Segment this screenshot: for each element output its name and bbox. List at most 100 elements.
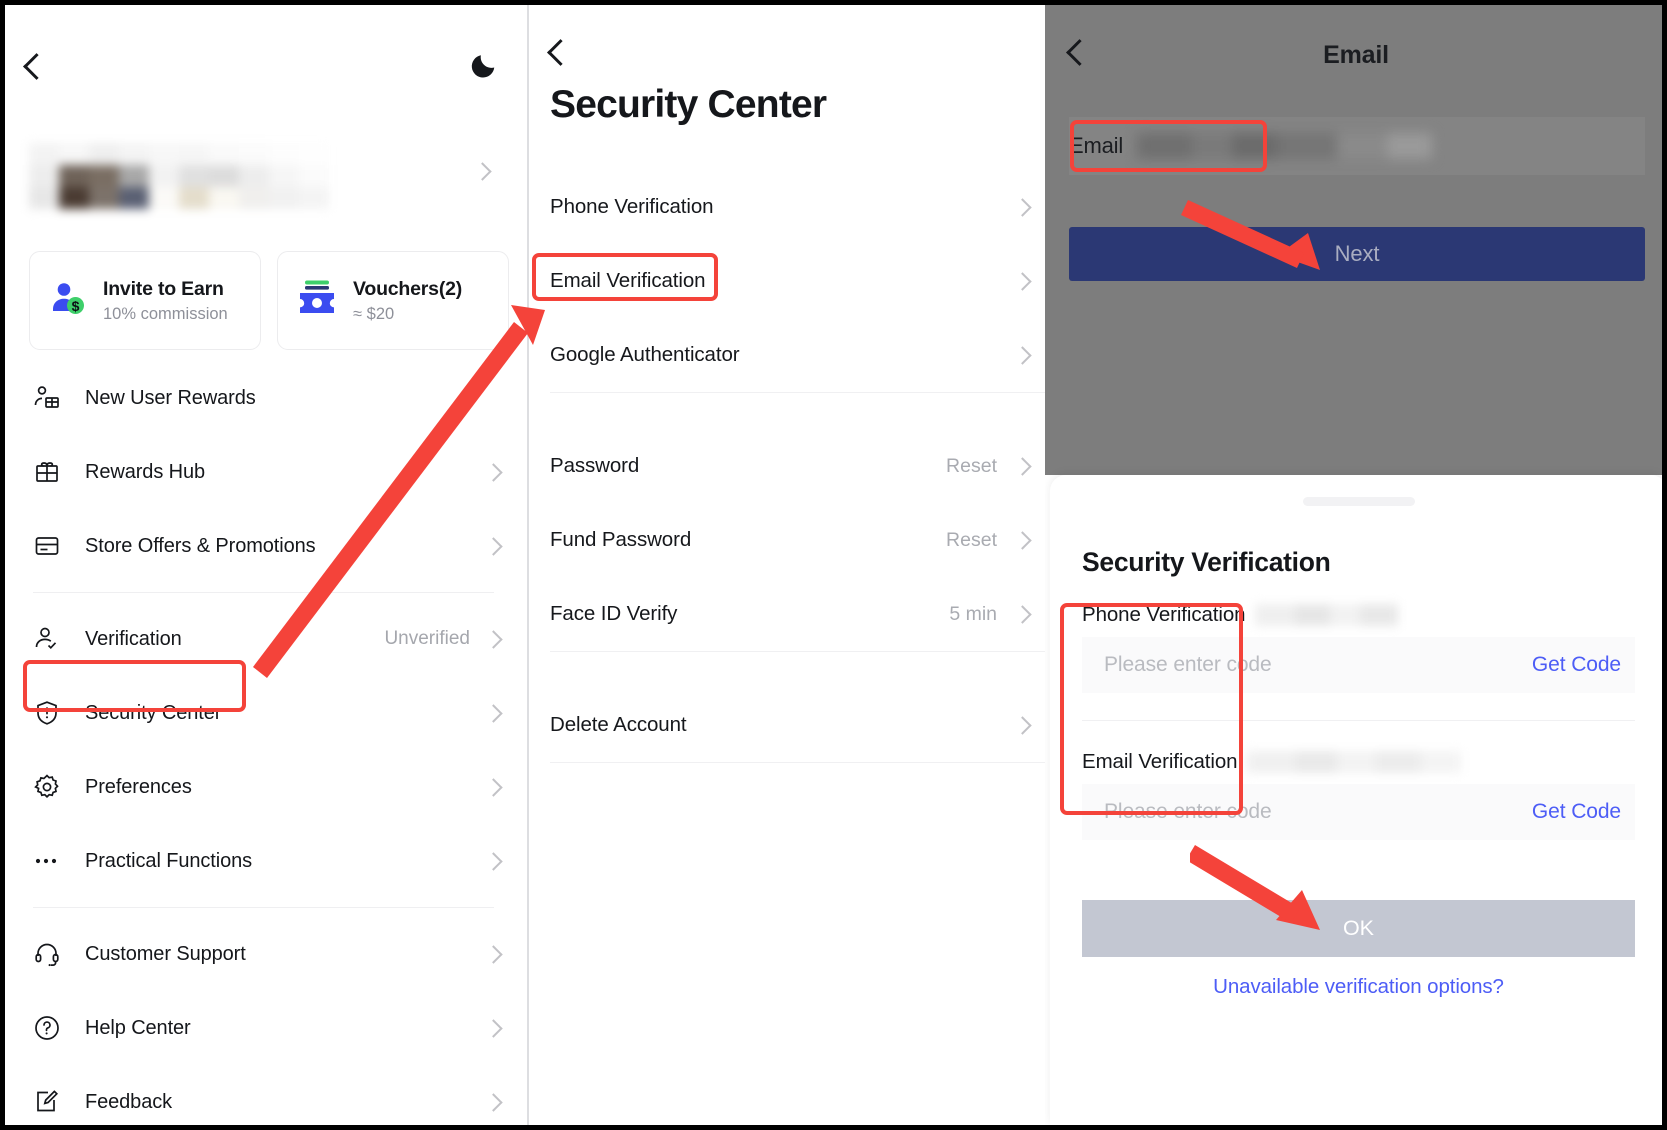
sidebar-item-security-center[interactable]: Security Center: [5, 676, 522, 750]
ok-button[interactable]: OK: [1082, 900, 1635, 957]
chevron-right-icon: [484, 945, 502, 963]
phone-get-code-link[interactable]: Get Code: [1532, 653, 1621, 677]
sidebar-item-verification[interactable]: Verification Unverified: [5, 602, 522, 676]
menu-divider: [33, 907, 494, 908]
invite-to-earn-card[interactable]: $ Invite to Earn 10% commission: [29, 251, 261, 350]
sidebar-item-label: Rewards Hub: [85, 461, 205, 484]
sidebar-item-new-user-rewards[interactable]: New User Rewards: [5, 361, 522, 435]
security-item-right: [1016, 201, 1029, 214]
sidebar-item-help-center[interactable]: Help Center: [5, 991, 522, 1065]
security-item-right: [1016, 719, 1029, 732]
sidebar-item-feedback[interactable]: Feedback: [5, 1065, 522, 1125]
security-divider: [550, 762, 1045, 763]
vouchers-card[interactable]: Vouchers(2) ≈ $20: [277, 251, 509, 350]
security-item-right: [1016, 349, 1029, 362]
security-item-value: 5 min: [949, 603, 997, 626]
email-code-input[interactable]: Please enter code Get Code: [1082, 784, 1635, 840]
sidebar-item-right: [487, 855, 500, 868]
security-spacer: [529, 652, 1045, 688]
chevron-right-icon: [484, 1019, 502, 1037]
sidebar-item-right: Unverified: [384, 628, 500, 650]
svg-text:$: $: [72, 298, 80, 314]
verification-status-value: Unverified: [384, 628, 470, 650]
security-settings-list: Phone Verification Email Verification Go…: [529, 170, 1045, 763]
phone-code-input[interactable]: Please enter code Get Code: [1082, 637, 1635, 693]
sidebar-item-label: Verification: [85, 628, 182, 651]
sheet-divider: [1082, 720, 1635, 721]
security-item-right: Reset: [946, 529, 1029, 552]
security-verification-sheet: Security Verification Phone Verification…: [1050, 475, 1667, 1125]
promo-cards: $ Invite to Earn 10% commission: [29, 251, 509, 350]
chevron-right-icon: [1013, 605, 1031, 623]
sheet-drag-handle[interactable]: [1303, 497, 1415, 506]
email-verification-label: Email Verification: [1082, 750, 1237, 774]
sidebar-item-right: [487, 781, 500, 794]
sidebar-item-label: Customer Support: [85, 943, 246, 966]
sidebar-item-label: Practical Functions: [85, 850, 252, 873]
voucher-ticket-icon: [297, 278, 339, 323]
security-item-password[interactable]: Password Reset: [529, 429, 1045, 503]
user-gift-icon: [33, 383, 69, 413]
phone-verification-label: Phone Verification: [1082, 603, 1245, 627]
security-item-label: Delete Account: [550, 713, 687, 737]
store-card-icon: [33, 531, 69, 561]
email-get-code-link[interactable]: Get Code: [1532, 800, 1621, 824]
security-item-delete-account[interactable]: Delete Account: [529, 688, 1045, 762]
profile-panel: $ Invite to Earn 10% commission: [5, 5, 522, 1125]
profile-summary[interactable]: [29, 143, 499, 209]
sidebar-item-practical-functions[interactable]: Practical Functions: [5, 824, 522, 898]
sidebar-item-store-offers[interactable]: Store Offers & Promotions: [5, 509, 522, 583]
invite-card-title: Invite to Earn: [103, 278, 228, 301]
security-item-face-id-verify[interactable]: Face ID Verify 5 min: [529, 577, 1045, 651]
security-item-fund-password[interactable]: Fund Password Reset: [529, 503, 1045, 577]
sidebar-item-label: Preferences: [85, 776, 192, 799]
security-item-email-verification[interactable]: Email Verification: [529, 244, 1045, 318]
security-item-value: Reset: [946, 529, 997, 552]
chevron-right-icon: [1013, 272, 1031, 290]
back-chevron-icon[interactable]: [551, 43, 570, 67]
sidebar-item-right: [487, 1022, 500, 1035]
phone-masked-value: [1255, 604, 1398, 626]
ok-button-label: OK: [1343, 916, 1374, 941]
ellipsis-icon: [33, 846, 69, 876]
sidebar-item-label: New User Rewards: [85, 387, 256, 410]
sheet-title: Security Verification: [1082, 547, 1331, 578]
security-item-right: Reset: [946, 455, 1029, 478]
next-button[interactable]: Next: [1069, 227, 1645, 281]
back-chevron-icon[interactable]: [27, 57, 46, 81]
sidebar-item-right: [487, 707, 500, 720]
gift-box-icon: [33, 457, 69, 487]
email-field-row[interactable]: Email: [1069, 117, 1645, 175]
unavailable-options-link[interactable]: Unavailable verification options?: [1050, 975, 1667, 999]
sidebar-item-customer-support[interactable]: Customer Support: [5, 917, 522, 991]
security-item-google-authenticator[interactable]: Google Authenticator: [529, 318, 1045, 392]
feedback-pencil-icon: [33, 1087, 69, 1117]
chevron-right-icon: [1013, 716, 1031, 734]
chevron-right-icon: [484, 537, 502, 555]
page-title: Security Center: [550, 83, 826, 127]
email-masked-value: [1137, 133, 1432, 159]
email-masked-value-sheet: [1247, 751, 1461, 773]
phone-code-placeholder: Please enter code: [1104, 653, 1272, 677]
security-item-phone-verification[interactable]: Phone Verification: [529, 170, 1045, 244]
chevron-right-icon: [484, 463, 502, 481]
sidebar-item-right: [487, 540, 500, 553]
question-circle-icon: [33, 1013, 69, 1043]
phone-verification-block: Phone Verification Please enter code Get…: [1050, 593, 1667, 693]
email-verification-panel: Email Email Next Security Verification P…: [1045, 5, 1667, 1125]
sidebar-item-rewards-hub[interactable]: Rewards Hub: [5, 435, 522, 509]
email-code-placeholder: Please enter code: [1104, 800, 1272, 824]
vouchers-card-subtitle: ≈ $20: [353, 305, 462, 324]
chevron-right-icon: [1013, 531, 1031, 549]
email-verification-block: Email Verification Please enter code Get…: [1050, 740, 1667, 840]
dark-mode-moon-icon[interactable]: [468, 51, 498, 87]
sidebar-item-preferences[interactable]: Preferences: [5, 750, 522, 824]
sidebar-item-label: Store Offers & Promotions: [85, 535, 316, 558]
profile-menu-list: New User Rewards Rewards Hub: [5, 361, 522, 1125]
security-item-value: Reset: [946, 455, 997, 478]
vouchers-card-title: Vouchers(2): [353, 278, 462, 301]
profile-topbar: [5, 47, 522, 91]
chevron-right-icon: [1013, 457, 1031, 475]
chevron-right-icon: [484, 630, 502, 648]
phone-verification-header: Phone Verification: [1050, 593, 1667, 637]
